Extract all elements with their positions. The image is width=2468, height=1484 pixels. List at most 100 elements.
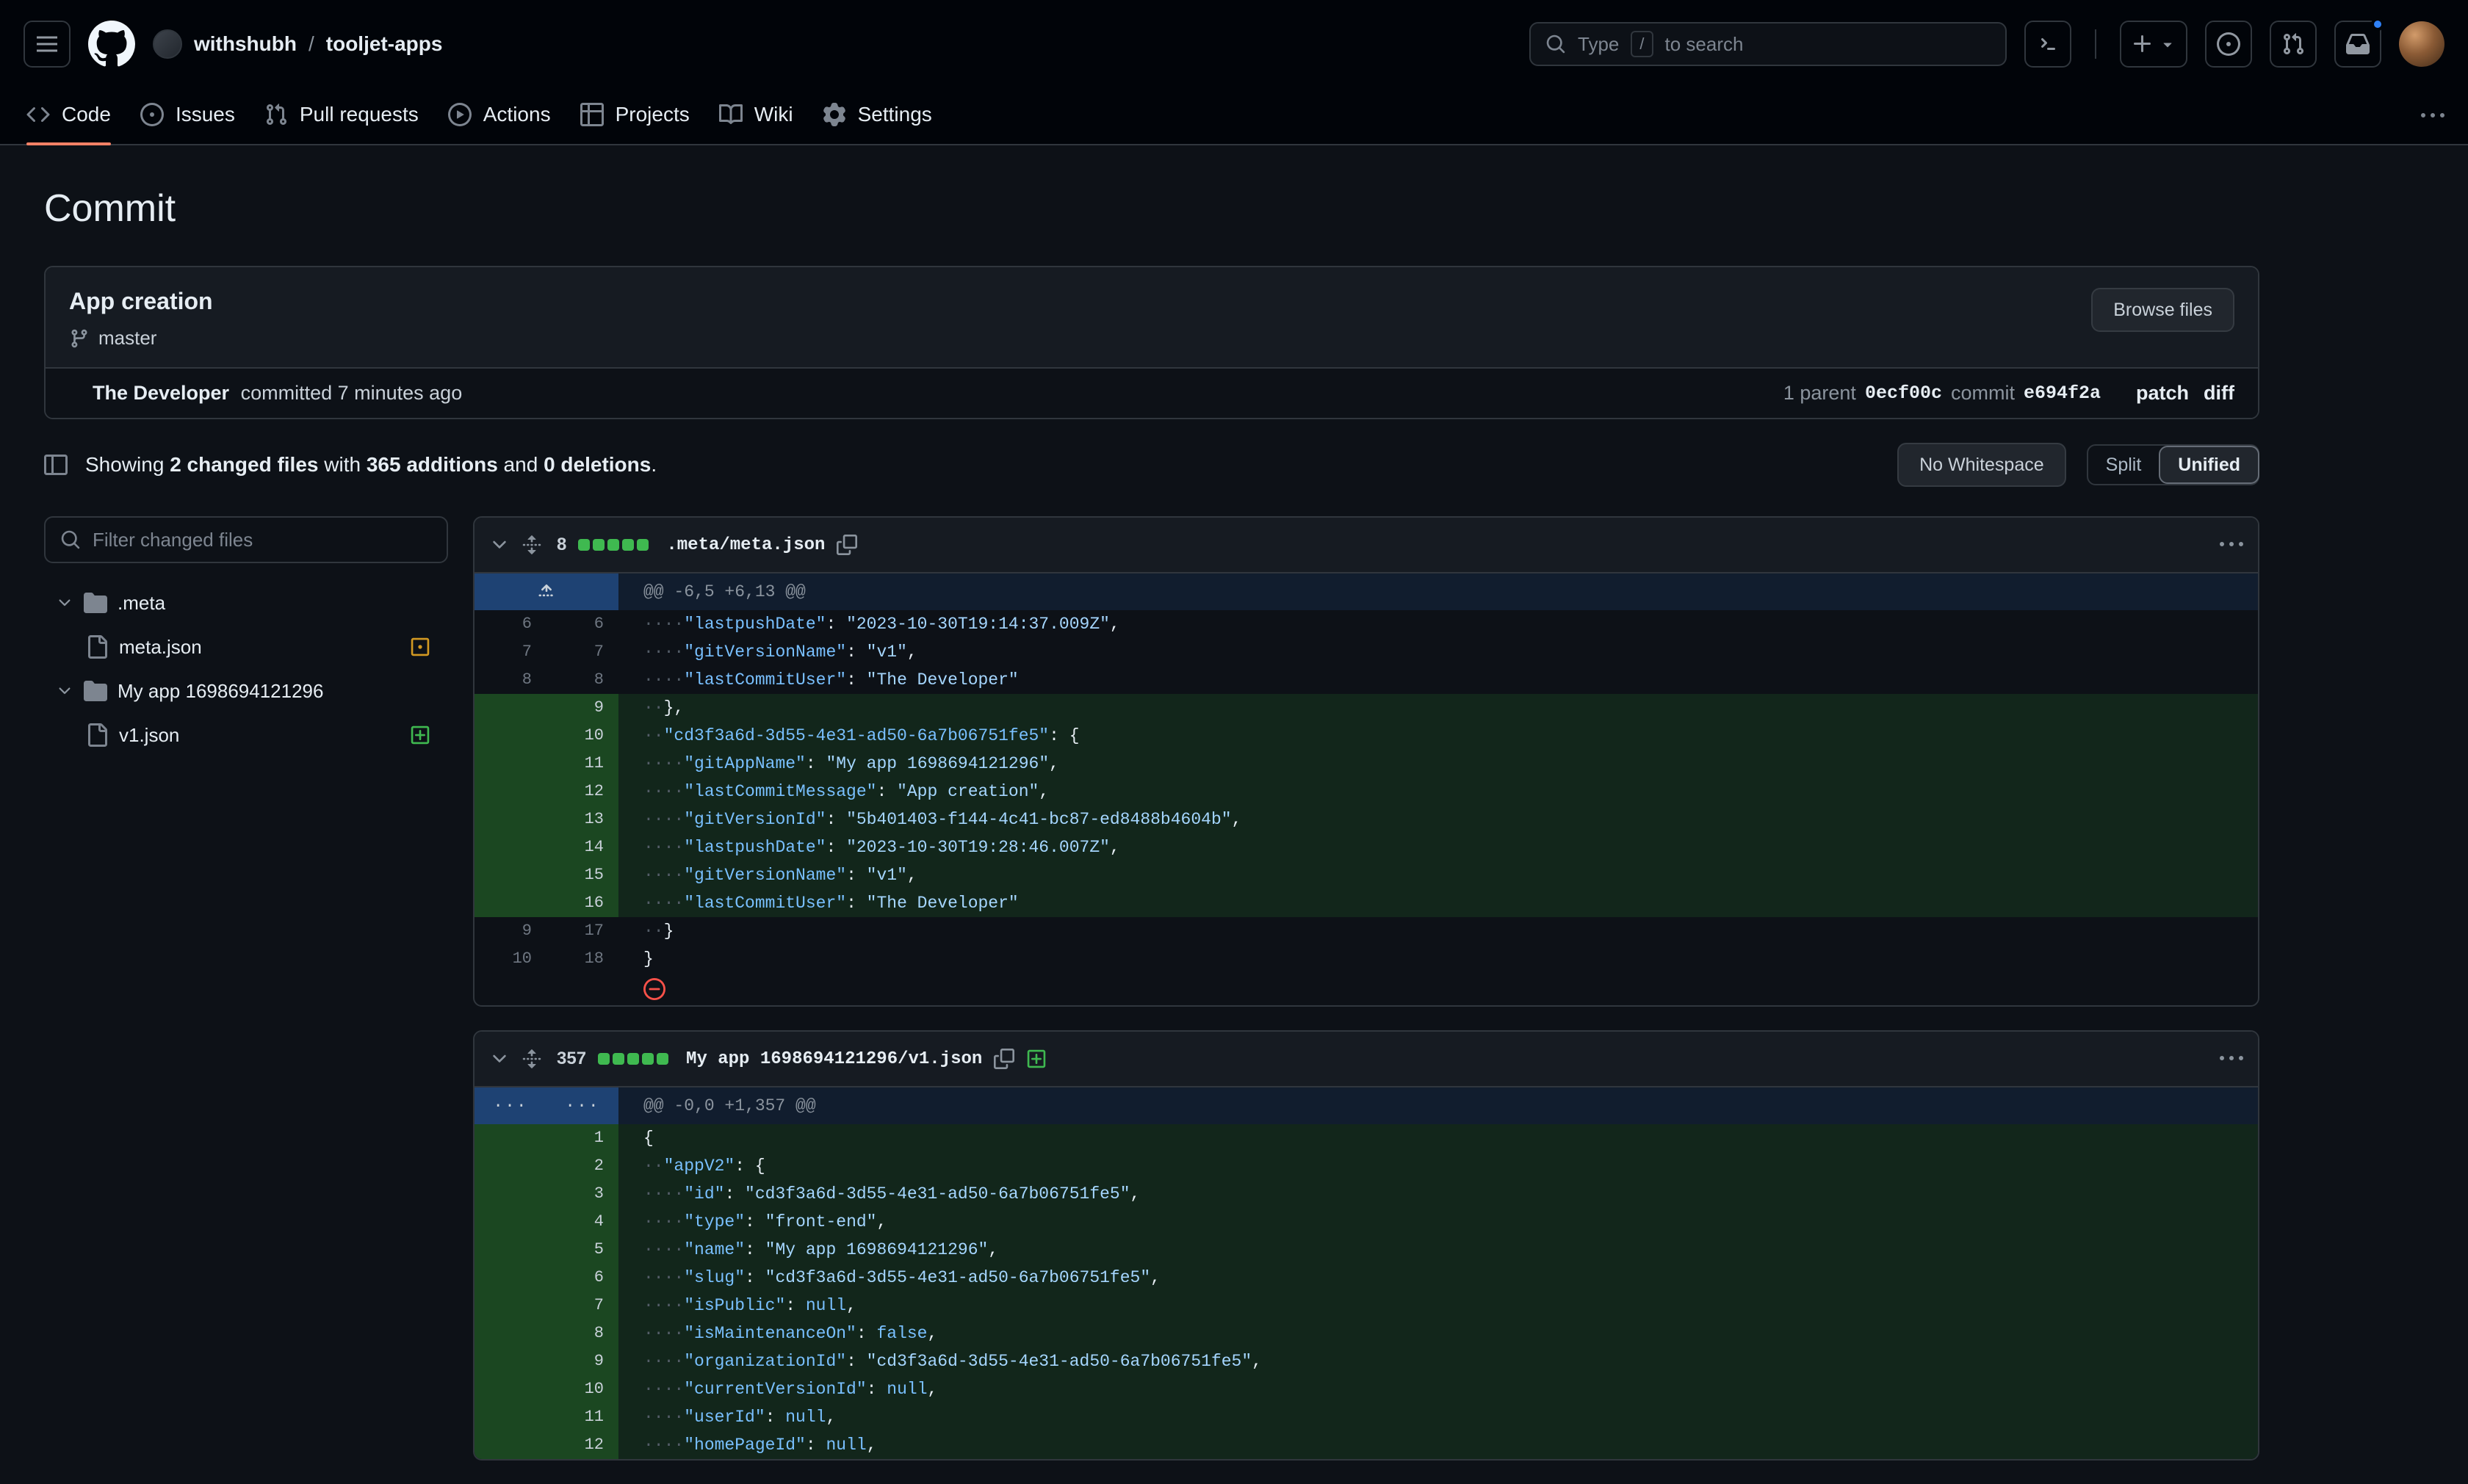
tab-settings[interactable]: Settings [808,88,947,144]
new-line-number[interactable]: 7 [546,1292,618,1320]
new-line-number[interactable]: 10 [546,722,618,750]
old-line-number[interactable] [475,889,546,917]
unfold-all-icon[interactable] [522,535,542,555]
new-line-number[interactable]: 18 [546,945,618,973]
old-line-number[interactable]: 8 [475,666,546,694]
unfold-all-icon[interactable] [522,1049,542,1069]
tab-label: Wiki [754,103,793,126]
pull-requests-header-button[interactable] [2270,21,2317,68]
new-line-number[interactable]: 13 [546,806,618,833]
unified-view-button[interactable]: Unified [2159,446,2259,484]
old-line-number[interactable] [475,1292,546,1320]
new-line-number[interactable]: 5 [546,1236,618,1264]
copy-path-icon[interactable] [994,1049,1014,1069]
new-line-number[interactable]: 3 [546,1180,618,1208]
owner-avatar[interactable] [153,29,182,59]
new-line-number[interactable]: 8 [546,1320,618,1347]
old-line-number[interactable] [475,750,546,778]
old-line-number[interactable] [475,778,546,806]
file-path[interactable]: .meta/meta.json [666,535,825,555]
old-line-number[interactable] [475,833,546,861]
tab-pull-requests[interactable]: Pull requests [250,88,433,144]
parent-sha-link[interactable]: 0ecf00c [1865,383,1942,404]
new-line-number[interactable]: 11 [546,1403,618,1431]
new-line-number[interactable]: 9 [546,694,618,722]
new-line-number[interactable]: 7 [546,638,618,666]
old-line-number[interactable]: 10 [475,945,546,973]
old-line-number[interactable]: 7 [475,638,546,666]
old-line-number[interactable]: 9 [475,917,546,945]
notifications-button[interactable] [2334,21,2381,68]
breadcrumb-owner[interactable]: withshubh [194,32,297,56]
old-line-number[interactable] [475,1180,546,1208]
new-line-number[interactable]: 2 [546,1152,618,1180]
no-whitespace-button[interactable]: No Whitespace [1897,443,2066,487]
new-line-number[interactable]: 4 [546,1208,618,1236]
new-line-number[interactable]: 8 [546,666,618,694]
browse-files-button[interactable]: Browse files [2091,288,2234,332]
new-line-number[interactable]: 12 [546,1431,618,1459]
old-line-number[interactable] [475,1375,546,1403]
new-line-number[interactable]: 1 [546,1124,618,1152]
new-line-number[interactable]: 6 [546,610,618,638]
tree-item-my-app-1698694121296[interactable]: My app 1698694121296 [44,669,448,713]
collapse-file-icon[interactable] [489,1049,510,1069]
old-line-number[interactable] [475,806,546,833]
tab-issues[interactable]: Issues [126,88,250,144]
new-line-number[interactable]: 6 [546,1264,618,1292]
branch-name[interactable]: master [98,327,156,350]
tab-actions[interactable]: Actions [433,88,566,144]
new-line-number[interactable]: 16 [546,889,618,917]
old-line-number[interactable] [475,722,546,750]
expand-hunk-button[interactable] [475,573,618,610]
tree-item-meta.json[interactable]: meta.json [44,625,448,669]
old-line-number[interactable] [475,1320,546,1347]
command-palette-button[interactable] [2024,21,2071,68]
file-tree-toggle-button[interactable] [44,453,68,477]
chevron-down-icon[interactable] [56,682,73,700]
old-line-number[interactable] [475,1124,546,1152]
tab-wiki[interactable]: Wiki [704,88,808,144]
breadcrumb-repo[interactable]: tooljet-apps [326,32,443,56]
split-view-button[interactable]: Split [2088,446,2160,484]
tree-item-v1.json[interactable]: v1.json [44,713,448,757]
issues-header-button[interactable] [2205,21,2252,68]
global-search-input[interactable]: Type / to search [1529,22,2007,66]
old-line-number[interactable] [475,1347,546,1375]
new-line-number[interactable]: 14 [546,833,618,861]
expand-hunk-button[interactable]: ······ [475,1087,618,1124]
old-line-number[interactable]: 6 [475,610,546,638]
filter-files-input[interactable]: Filter changed files [44,516,448,563]
github-logo[interactable] [88,21,135,68]
patch-link[interactable]: patch [2136,382,2189,405]
nav-overflow-button[interactable] [2409,93,2456,140]
tree-item-.meta[interactable]: .meta [44,581,448,625]
collapse-file-icon[interactable] [489,535,510,555]
old-line-number[interactable] [475,1152,546,1180]
old-line-number[interactable] [475,861,546,889]
old-line-number[interactable] [475,1236,546,1264]
chevron-down-icon[interactable] [56,594,73,612]
old-line-number[interactable] [475,1264,546,1292]
new-line-number[interactable]: 17 [546,917,618,945]
new-line-number[interactable]: 9 [546,1347,618,1375]
old-line-number[interactable] [475,1208,546,1236]
commit-author[interactable]: The Developer [93,382,229,404]
tab-code[interactable]: Code [12,88,126,144]
new-line-number[interactable]: 12 [546,778,618,806]
user-avatar[interactable] [2399,21,2444,67]
file-options-button[interactable] [2220,1047,2243,1071]
tab-projects[interactable]: Projects [566,88,704,144]
hamburger-menu-button[interactable] [24,21,71,68]
copy-path-icon[interactable] [837,535,857,555]
file-options-button[interactable] [2220,533,2243,557]
new-line-number[interactable]: 11 [546,750,618,778]
new-line-number[interactable]: 10 [546,1375,618,1403]
old-line-number[interactable] [475,694,546,722]
create-new-button[interactable] [2120,21,2187,68]
old-line-number[interactable] [475,1403,546,1431]
file-path[interactable]: My app 1698694121296/v1.json [686,1049,982,1069]
new-line-number[interactable]: 15 [546,861,618,889]
old-line-number[interactable] [475,1431,546,1459]
diff-link[interactable]: diff [2204,382,2234,405]
